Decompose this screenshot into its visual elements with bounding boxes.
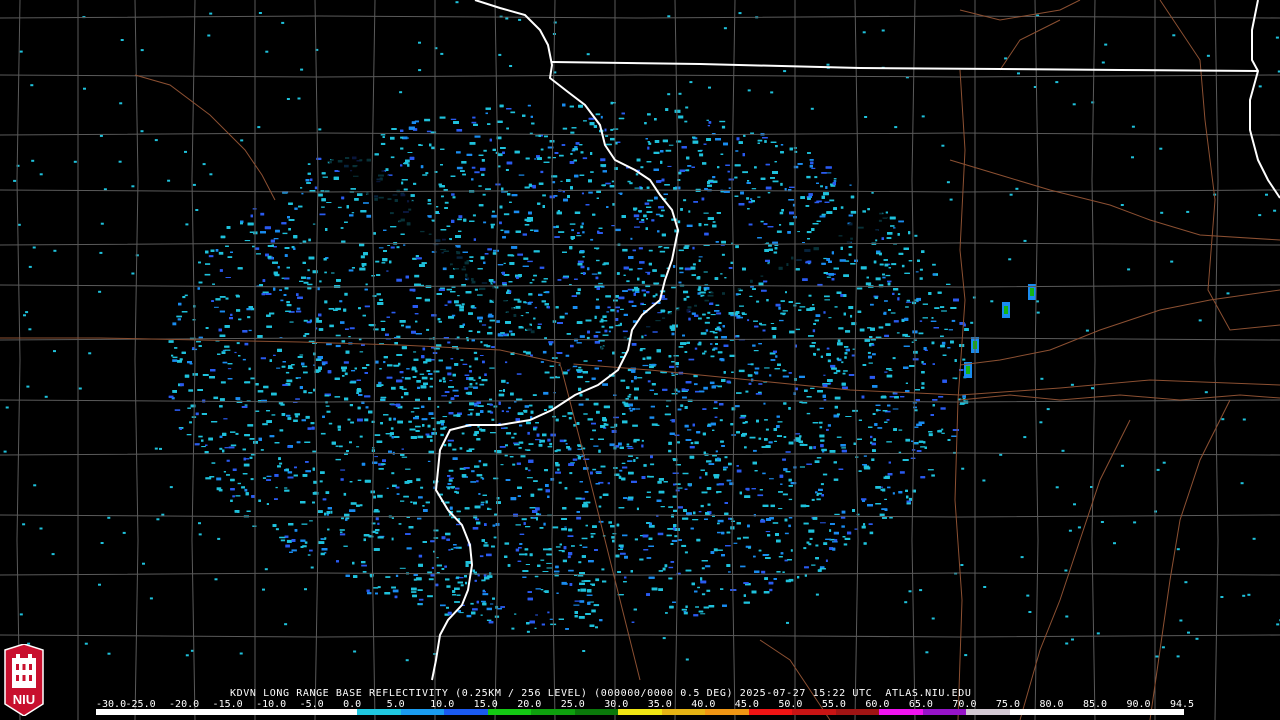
scale-swatch <box>1140 709 1184 715</box>
scale-swatch <box>922 709 967 715</box>
radar-site-marker <box>560 358 574 370</box>
scale-swatch <box>270 709 314 715</box>
scale-swatch <box>183 709 227 715</box>
scale-swatch <box>661 709 706 715</box>
scale-swatch <box>748 709 793 715</box>
logo-text: NIU <box>13 692 35 707</box>
scale-swatch <box>444 709 488 715</box>
scale-swatch <box>96 709 140 715</box>
scale-swatch <box>1096 709 1141 715</box>
scale-swatch <box>574 709 619 715</box>
scale-swatch <box>487 709 532 715</box>
scale-swatch <box>792 709 836 715</box>
product-caption: KDVN LONG RANGE BASE REFLECTIVITY (0.25K… <box>230 688 972 699</box>
scale-swatch <box>400 709 445 715</box>
scale-swatch <box>226 709 271 715</box>
scale-swatch <box>531 709 575 715</box>
scale-swatch <box>618 709 662 715</box>
scale-swatch <box>139 709 184 715</box>
scale-swatch <box>966 709 1010 715</box>
niu-logo: NIU <box>4 644 44 716</box>
scale-swatch <box>1009 709 1054 715</box>
radar-map <box>0 0 1280 720</box>
scale-swatch <box>879 709 923 715</box>
scale-swatch <box>357 709 401 715</box>
scale-swatch <box>705 709 749 715</box>
scale-swatch <box>1053 709 1097 715</box>
scale-swatch <box>835 709 880 715</box>
scale-swatch <box>313 709 358 715</box>
color-scale-bar <box>96 709 1184 715</box>
